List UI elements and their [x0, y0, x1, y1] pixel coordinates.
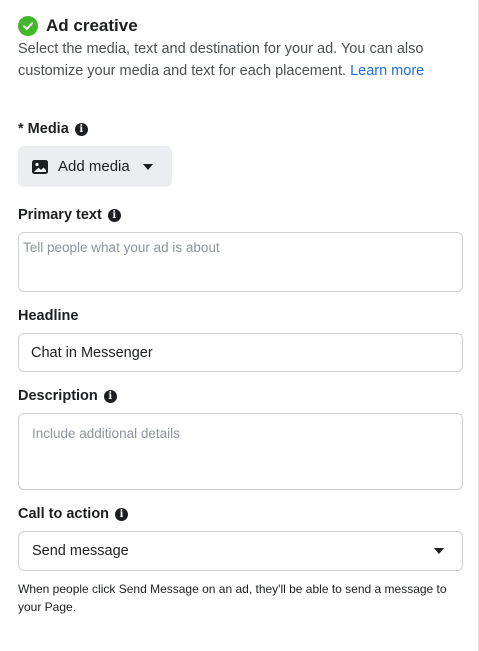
media-label-text: * Media: [18, 121, 69, 137]
section-description: Select the media, text and destination f…: [18, 38, 468, 82]
add-media-label: Add media: [58, 158, 130, 175]
call-to-action-select[interactable]: Send message: [18, 531, 463, 571]
section-title: Ad creative: [46, 16, 138, 35]
learn-more-link[interactable]: Learn more: [350, 63, 424, 79]
photo-icon: [32, 159, 48, 174]
primary-text-input[interactable]: Tell people what your ad is about: [18, 232, 463, 292]
info-icon[interactable]: i: [74, 122, 88, 136]
description-input[interactable]: Include additional details: [18, 413, 463, 490]
headline-label-text: Headline: [18, 308, 79, 324]
primary-text-label-text: Primary text: [18, 207, 102, 223]
primary-text-placeholder: Tell people what your ad is about: [23, 240, 220, 255]
section-header: Ad creative: [18, 16, 138, 36]
call-to-action-label: Call to action i: [18, 506, 129, 522]
call-to-action-value: Send message: [32, 543, 129, 559]
info-icon[interactable]: i: [107, 208, 121, 222]
call-to-action-label-text: Call to action: [18, 506, 110, 522]
ad-creative-panel: Ad creative Select the media, text and d…: [0, 0, 479, 651]
add-media-button[interactable]: Add media: [18, 146, 172, 187]
description-label: Description i: [18, 388, 117, 404]
primary-text-label: Primary text i: [18, 207, 121, 223]
headline-input[interactable]: Chat in Messenger: [18, 333, 463, 372]
info-icon[interactable]: i: [115, 507, 129, 521]
caret-down-icon: [434, 548, 444, 554]
headline-label: Headline: [18, 308, 78, 324]
call-to-action-help: When people click Send Message on an ad,…: [18, 582, 447, 614]
description-label-text: Description: [18, 388, 98, 404]
description-placeholder: Include additional details: [32, 426, 180, 441]
headline-value: Chat in Messenger: [31, 345, 153, 361]
check-circle-icon: [18, 16, 38, 36]
media-label: * Media i: [18, 121, 88, 137]
info-icon[interactable]: i: [103, 389, 117, 403]
caret-down-icon: [142, 163, 153, 170]
